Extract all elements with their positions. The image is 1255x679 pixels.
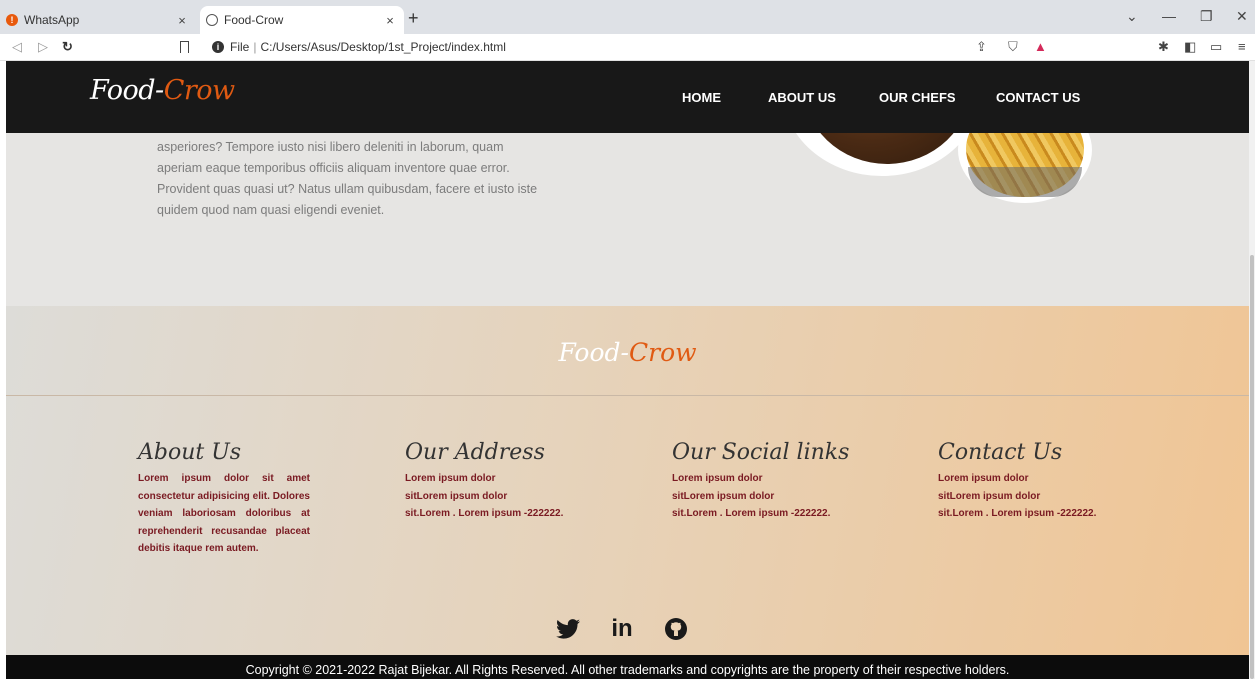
nav-contact-us-link[interactable]: CONTACT US bbox=[996, 90, 1080, 105]
tab-search-dropdown-icon[interactable]: ⌄ bbox=[1126, 8, 1138, 25]
tab-food-crow[interactable]: Food-Crow × bbox=[200, 6, 404, 34]
footer-brand-logo: Food-Crow bbox=[6, 338, 1249, 367]
footer-line: Lorem ipsum dolor bbox=[405, 473, 496, 484]
nav-about-us-link[interactable]: ABOUT US bbox=[768, 90, 836, 105]
reload-icon[interactable]: ↻ bbox=[62, 39, 73, 55]
fries-bowl-rim bbox=[968, 167, 1082, 197]
tab-whatsapp[interactable]: ! WhatsApp × bbox=[6, 6, 196, 34]
brand-logo[interactable]: Food-Crow bbox=[90, 75, 235, 106]
footer-line: sitLorem ipsum dolor bbox=[938, 490, 1041, 502]
rewards-triangle-icon[interactable]: ▲ bbox=[1034, 39, 1047, 54]
hero-paragraph: asperiores? Tempore iusto nisi libero de… bbox=[157, 140, 538, 217]
footer-line: sit.Lorem . Lorem ipsum -222222. bbox=[672, 508, 831, 519]
site-info-icon[interactable]: i bbox=[212, 41, 224, 53]
forward-icon[interactable]: ▷ bbox=[38, 39, 48, 55]
footer-line: sit.Lorem . Lorem ipsum -222222. bbox=[938, 508, 1097, 519]
footer-column-contact: Contact Us Lorem ipsum dolor sitLorem ip… bbox=[938, 440, 1096, 523]
footer-line: sitLorem ipsum dolor bbox=[405, 490, 508, 502]
url-path: C:/Users/Asus/Desktop/1st_Project/index.… bbox=[260, 40, 506, 54]
brand-part-1: Food- bbox=[90, 75, 164, 106]
new-tab-button[interactable]: + bbox=[408, 8, 419, 29]
menu-icon[interactable]: ≡ bbox=[1238, 39, 1246, 54]
web-page: asperiores? Tempore iusto nisi libero de… bbox=[6, 61, 1249, 679]
browser-tab-strip: ! WhatsApp × Food-Crow × + ⌄ — ❐ ✕ bbox=[0, 0, 1255, 34]
scrollbar-thumb[interactable] bbox=[1250, 255, 1254, 679]
extensions-icon[interactable]: ✱ bbox=[1158, 39, 1169, 55]
tab-close-icon[interactable]: × bbox=[174, 13, 190, 28]
share-icon[interactable]: ⇪ bbox=[976, 39, 987, 55]
url-field[interactable]: File | C:/Users/Asus/Desktop/1st_Project/i… bbox=[230, 40, 506, 54]
brand-part-2: Crow bbox=[163, 75, 235, 106]
sidebar-icon[interactable]: ◧ bbox=[1184, 39, 1196, 55]
footer-brand-part-1: Food- bbox=[558, 338, 629, 367]
footer-column-social-links: Our Social links Lorem ipsum dolor sitLo… bbox=[672, 440, 849, 523]
nav-home-link[interactable]: HOME bbox=[682, 90, 721, 105]
minimize-button[interactable]: — bbox=[1162, 8, 1176, 24]
footer-brand-part-2: Crow bbox=[629, 338, 697, 367]
footer-column-title: Our Address bbox=[405, 440, 545, 465]
back-icon[interactable]: ◁ bbox=[12, 39, 22, 55]
linkedin-icon[interactable]: in bbox=[608, 615, 636, 643]
whatsapp-favicon-icon: ! bbox=[6, 14, 18, 26]
footer-line: sit.Lorem . Lorem ipsum -222222. bbox=[405, 508, 564, 519]
close-window-button[interactable]: ✕ bbox=[1236, 8, 1248, 25]
nav-our-chefs-link[interactable]: OUR CHEFS bbox=[879, 90, 956, 105]
github-icon[interactable] bbox=[662, 615, 690, 643]
footer-line: Lorem ipsum dolor bbox=[938, 473, 1029, 484]
footer-column-text: Lorem ipsum dolor sit amet consectetur a… bbox=[138, 473, 310, 554]
tab-close-icon[interactable]: × bbox=[382, 13, 398, 28]
footer-line: sitLorem ipsum dolor bbox=[672, 490, 775, 502]
maximize-button[interactable]: ❐ bbox=[1200, 8, 1213, 25]
wallet-icon[interactable]: ▭ bbox=[1210, 39, 1222, 55]
shield-icon[interactable]: ⛉ bbox=[1008, 39, 1018, 55]
twitter-icon[interactable] bbox=[554, 615, 582, 643]
url-scheme: File bbox=[230, 40, 250, 54]
globe-favicon-icon bbox=[206, 14, 218, 26]
footer-line: Lorem ipsum dolor bbox=[672, 473, 763, 484]
footer-column-title: Our Social links bbox=[672, 440, 850, 465]
address-bar: ◁ ▷ ↻ i File | C:/Users/Asus/Desktop/1st_P… bbox=[0, 34, 1255, 61]
site-footer: Food-Crow About Us Lorem ipsum dolor sit… bbox=[6, 306, 1249, 656]
footer-column-address: Our Address Lorem ipsum dolor sitLorem i… bbox=[405, 440, 563, 523]
footer-column-about: About Us Lorem ipsum dolor sit amet cons… bbox=[138, 440, 310, 558]
copyright-bar: Copyright © 2021-2022 Rajat Bijekar. All… bbox=[6, 655, 1249, 679]
tab-title: WhatsApp bbox=[24, 13, 80, 27]
footer-divider bbox=[6, 395, 1249, 396]
footer-column-title: About Us bbox=[138, 440, 242, 465]
footer-column-title: Contact Us bbox=[938, 440, 1063, 465]
social-icons-row: in bbox=[554, 615, 690, 643]
bookmark-icon[interactable] bbox=[180, 41, 189, 53]
site-navbar: Food-Crow HOME ABOUT US OUR CHEFS CONTAC… bbox=[6, 61, 1249, 133]
tab-title: Food-Crow bbox=[224, 13, 284, 27]
